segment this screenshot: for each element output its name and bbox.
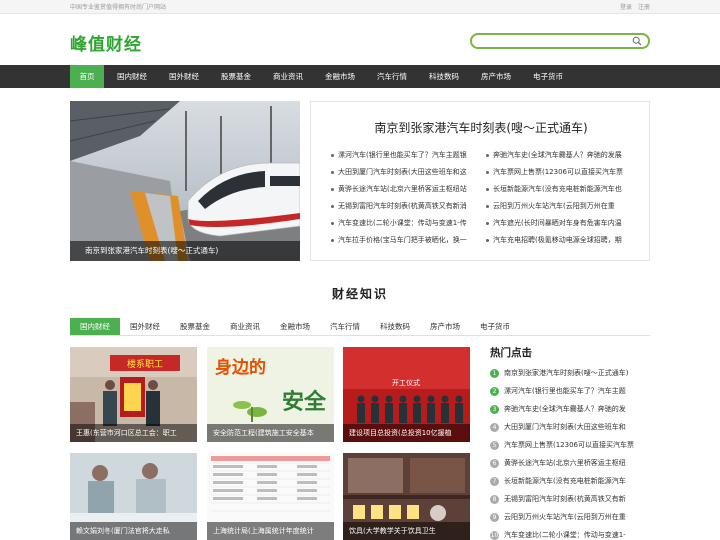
hot-item[interactable]: 6 黄骅长途汽车站(北京六里桥客运主枢纽 — [490, 458, 650, 472]
account-links: 登录 注册 — [616, 2, 650, 11]
hot-title: 热门点击 — [490, 347, 532, 359]
card-caption[interactable]: 上海统计局(上海属统计年度统计 — [207, 522, 334, 540]
tab-foreign[interactable]: 国外财经 — [124, 318, 166, 335]
nav-item-auto[interactable]: 汽车行情 — [370, 65, 414, 88]
card-caption[interactable]: 安全防范工程(建筑施工安全基本 — [207, 424, 334, 442]
card-banner-text: 开工仪式 — [392, 378, 420, 387]
news-card[interactable]: 上海统计局(上海属统计年度统计 — [207, 453, 334, 540]
rank-badge: 1 — [490, 368, 499, 378]
hot-item-text: 南京到张家港汽车时刻表(嗖～正式通车) — [504, 369, 629, 377]
news-card[interactable]: 饮具(大学教学关于饮具卫生 — [343, 453, 470, 540]
hero-link[interactable]: 黄骅长途汽车站(北京六里桥客运主枢纽站 — [331, 184, 481, 194]
hot-item-text: 长垣新能源汽车(没有充电桩新能源汽车 — [504, 477, 626, 485]
hot-item[interactable]: 4 大田到厦门汽车时刻表(大田这些班车和 — [490, 422, 650, 436]
site-header: 峰值财经 — [0, 14, 720, 65]
hero-image[interactable]: 南京到张家港汽车时刻表(嗖～正式通车) — [70, 101, 300, 261]
tab-tech[interactable]: 科技数码 — [374, 318, 416, 335]
hero-link[interactable]: 汽车拉手价格(宝马车门把手被晒化，换一 — [331, 235, 481, 245]
nav-item-crypto[interactable]: 电子货币 — [526, 65, 570, 88]
rank-badge: 8 — [490, 494, 499, 504]
nav-item-foreign[interactable]: 国外财经 — [162, 65, 206, 88]
news-card[interactable]: 赖文娟刘冬(厦门法官将大走私 — [70, 453, 197, 540]
train-photo — [70, 101, 300, 261]
rank-badge: 3 — [490, 404, 499, 414]
tab-business[interactable]: 商业资讯 — [224, 318, 266, 335]
hot-item[interactable]: 10 汽车变速比(二轮小课堂：传动与变速1- — [490, 530, 650, 540]
card-caption[interactable]: 王惠(东营市河口区总工会：职工 — [70, 424, 197, 442]
hot-item[interactable]: 1 南京到张家港汽车时刻表(嗖～正式通车) — [490, 368, 650, 382]
main-nav: 首页 国内财经 国外财经 股票基金 商业资讯 金融市场 汽车行情 科技数码 房产… — [0, 65, 720, 88]
hot-item-text: 黄骅长途汽车站(北京六里桥客运主枢纽 — [504, 459, 626, 467]
news-card[interactable]: 开工仪式 建设项目总投资(总投资10亿援植 — [343, 347, 470, 442]
hero-link[interactable]: 汽车充电招聘(极氪移动电源全球招聘，期 — [486, 235, 636, 245]
category-tabs: 国内财经 国外财经 股票基金 商业资讯 金融市场 汽车行情 科技数码 房产市场 … — [70, 318, 650, 336]
hot-item-text: 大田到厦门汽车时刻表(大田这些班车和 — [504, 423, 626, 431]
hero-link[interactable]: 汽车遮光(长时间暴晒对车身有危害车内温 — [486, 218, 636, 228]
register-link[interactable]: 注册 — [638, 4, 650, 11]
hero-link[interactable]: 无锡到富阳汽车时刻表(杭黄高铁又有新消 — [331, 201, 481, 211]
card-safety-text-2: 安全 — [282, 389, 327, 415]
hot-item-text: 奔驰汽车史(全球汽车爨基人？奔驰的发 — [504, 405, 626, 413]
search-input[interactable] — [480, 35, 630, 47]
site-logo[interactable]: 峰值财经 — [70, 30, 142, 55]
news-card[interactable]: 楼系职工 王惠(东营市河口区总工会：职工 — [70, 347, 197, 442]
nav-item-home[interactable]: 首页 — [70, 65, 104, 88]
hero-link[interactable]: 长垣新能源汽车(没有充电桩新能源汽车也 — [486, 184, 636, 194]
hero-title[interactable]: 南京到张家港汽车时刻表(嗖～正式通车) — [311, 119, 651, 136]
rank-badge: 4 — [490, 422, 499, 432]
rank-badge: 9 — [490, 512, 499, 522]
tab-stocks[interactable]: 股票基金 — [174, 318, 216, 335]
search-box — [470, 33, 650, 49]
hero-caption[interactable]: 南京到张家港汽车时刻表(嗖～正式通车) — [70, 241, 300, 261]
hot-item-text: 云阳到万州火车站汽车(云阳到万州在重 — [504, 513, 626, 521]
nav-item-domestic[interactable]: 国内财经 — [110, 65, 154, 88]
tab-finance[interactable]: 金融市场 — [274, 318, 316, 335]
hero-news-box: 南京到张家港汽车时刻表(嗖～正式通车) 漯河汽车(银行里也能买车了？汽车主题银 … — [310, 101, 650, 261]
hot-item-text: 汽车票网上售票(12306可以直接买汽车票 — [504, 441, 634, 449]
hot-item-text: 无锡到富阳汽车时刻表(杭黄高铁又有新 — [504, 495, 626, 503]
hot-item[interactable]: 8 无锡到富阳汽车时刻表(杭黄高铁又有新 — [490, 494, 650, 508]
hero-link[interactable]: 奔驰汽车史(全球汽车爨基人？奔驰的发展 — [486, 150, 636, 160]
rank-badge: 7 — [490, 476, 499, 486]
hot-item-text: 汽车变速比(二轮小课堂：传动与变速1- — [504, 531, 626, 539]
hot-item-text: 漯河汽车(银行里也能买车了？汽车主题 — [504, 387, 626, 395]
rank-badge: 5 — [490, 440, 499, 450]
hot-item[interactable]: 5 汽车票网上售票(12306可以直接买汽车票 — [490, 440, 650, 454]
nav-item-stocks[interactable]: 股票基金 — [214, 65, 258, 88]
site-tagline: 中国专业鉴赏值得拥有时尚门户网站 — [70, 4, 167, 11]
card-caption[interactable]: 建设项目总投资(总投资10亿援植 — [343, 424, 470, 442]
top-bar: 中国专业鉴赏值得拥有时尚门户网站 登录 注册 — [0, 0, 720, 14]
nav-item-realestate[interactable]: 房产市场 — [474, 65, 518, 88]
hero-link[interactable]: 汽车票网上售票(12306可以直接买汽车票 — [486, 167, 636, 177]
card-caption[interactable]: 赖文娟刘冬(厦门法官将大走私 — [70, 522, 197, 540]
card-banner-text: 楼系职工 — [127, 358, 163, 370]
tab-realestate[interactable]: 房产市场 — [424, 318, 466, 335]
nav-item-finance[interactable]: 金融市场 — [318, 65, 362, 88]
nav-item-tech[interactable]: 科技数码 — [422, 65, 466, 88]
search-icon[interactable] — [632, 36, 642, 46]
login-link[interactable]: 登录 — [620, 4, 632, 11]
rank-badge: 10 — [490, 530, 499, 540]
hero-link[interactable]: 云阳到万州火车站汽车(云阳到万州在重 — [486, 201, 636, 211]
hero-link[interactable]: 漯河汽车(银行里也能买车了？汽车主题银 — [331, 150, 481, 160]
hot-list: 热门点击 1 南京到张家港汽车时刻表(嗖～正式通车) 2 漯河汽车(银行里也能买车了… — [490, 345, 650, 540]
hot-item[interactable]: 3 奔驰汽车史(全球汽车爨基人？奔驰的发 — [490, 404, 650, 418]
rank-badge: 6 — [490, 458, 499, 468]
card-caption[interactable]: 饮具(大学教学关于饮具卫生 — [343, 522, 470, 540]
tab-crypto[interactable]: 电子货币 — [474, 318, 516, 335]
hot-item[interactable]: 9 云阳到万州火车站汽车(云阳到万州在重 — [490, 512, 650, 526]
tab-auto[interactable]: 汽车行情 — [324, 318, 366, 335]
section-title: 财经知识 — [331, 287, 388, 301]
hero-link[interactable]: 大田到厦门汽车时刻表(大田这些班车和这 — [331, 167, 481, 177]
hot-item[interactable]: 2 漯河汽车(银行里也能买车了？汽车主题 — [490, 386, 650, 400]
hero-link[interactable]: 汽车变速比(二轮小课堂：传动与变速1-传 — [331, 218, 481, 228]
rank-badge: 2 — [490, 386, 499, 396]
tab-domestic[interactable]: 国内财经 — [70, 318, 120, 335]
hot-item[interactable]: 7 长垣新能源汽车(没有充电桩新能源汽车 — [490, 476, 650, 490]
card-safety-text-1: 身边的 — [215, 357, 266, 378]
news-card[interactable]: 身边的 安全 安全防范工程(建筑施工安全基本 — [207, 347, 334, 442]
nav-item-business[interactable]: 商业资讯 — [266, 65, 310, 88]
